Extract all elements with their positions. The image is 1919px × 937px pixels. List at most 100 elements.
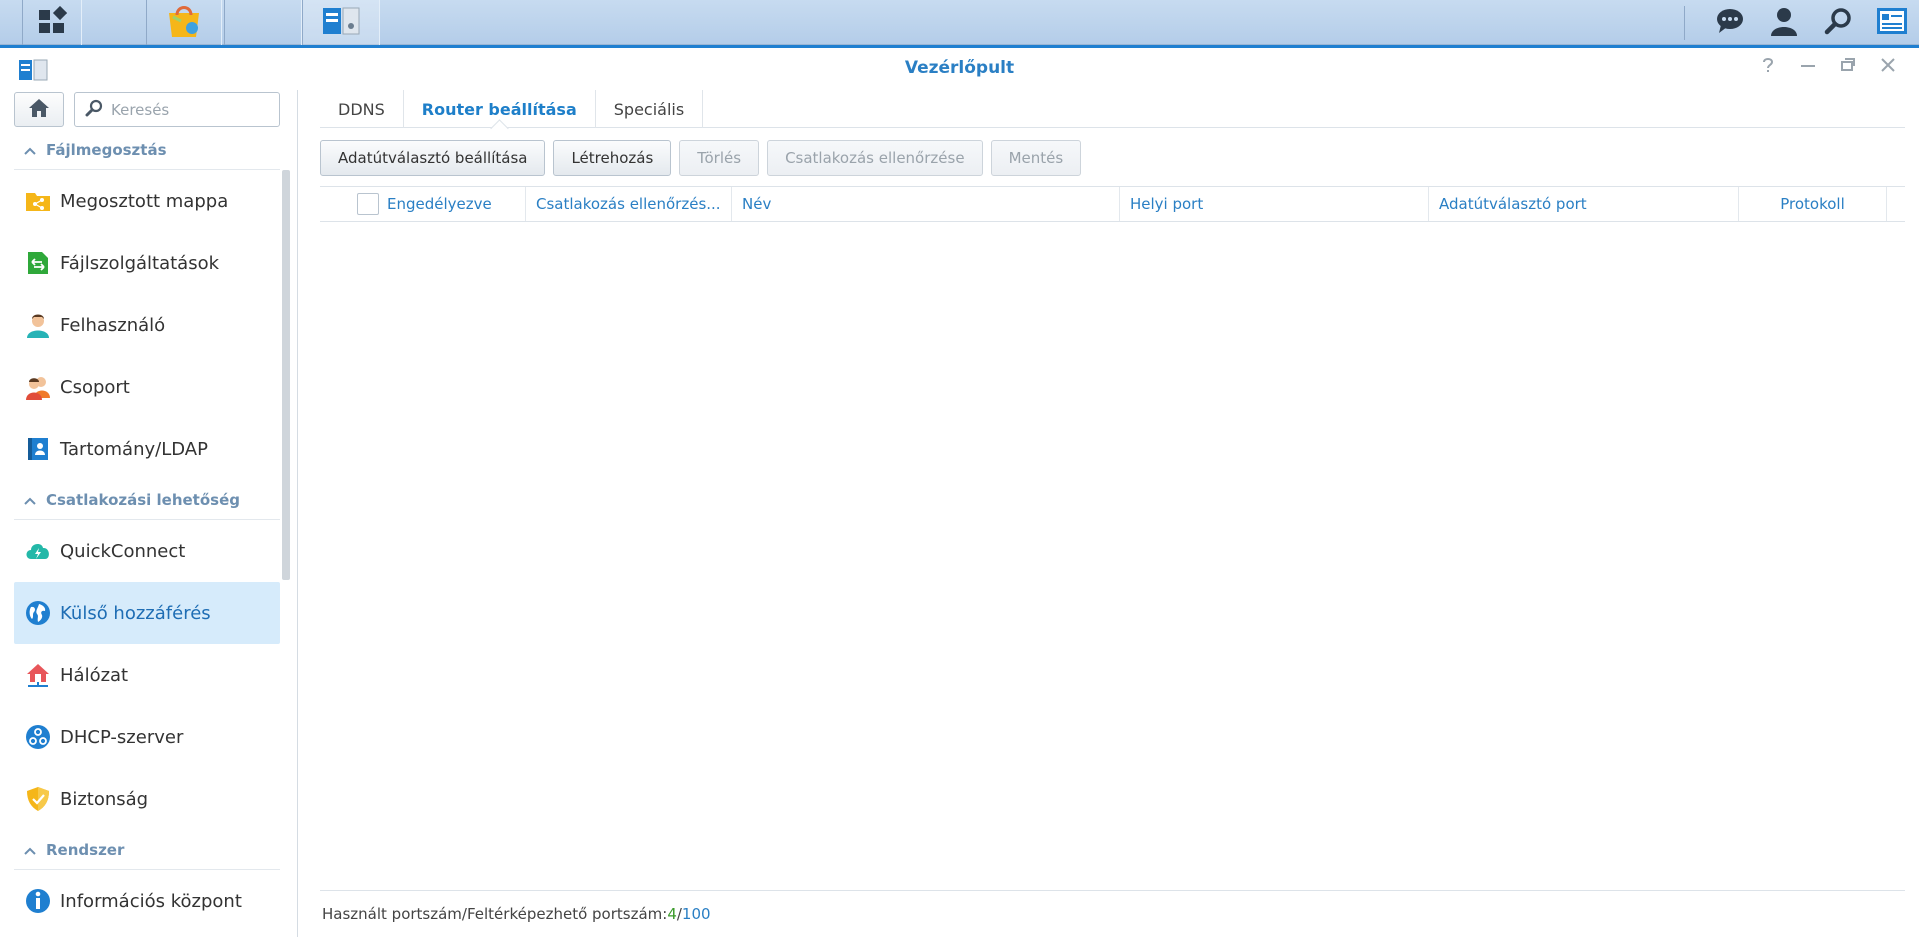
search-input[interactable] xyxy=(111,100,271,119)
info-center-icon xyxy=(24,887,52,915)
column-name[interactable]: Név xyxy=(732,187,1120,221)
close-icon xyxy=(1880,57,1896,77)
section-system[interactable]: Rendszer xyxy=(14,830,280,870)
sidebar-item-label: DHCP-szerver xyxy=(60,726,184,748)
main-menu-button[interactable] xyxy=(22,0,82,45)
sidebar-item-label: Információs központ xyxy=(60,890,242,912)
minimize-button[interactable] xyxy=(1797,56,1819,78)
widgets-icon xyxy=(1876,7,1908,39)
sidebar-search[interactable] xyxy=(74,92,280,127)
used-port-count: 4 xyxy=(667,904,677,923)
group-icon xyxy=(24,373,52,401)
control-panel-taskbar-button[interactable] xyxy=(302,0,380,45)
shared-folder-icon xyxy=(24,187,52,215)
sidebar-item-shared-folder[interactable]: Megosztott mappa xyxy=(14,170,280,232)
sidebar-scrollbar[interactable] xyxy=(282,170,290,580)
help-icon xyxy=(1760,57,1776,77)
user-options-button[interactable] xyxy=(1757,0,1811,45)
create-button[interactable]: Létrehozás xyxy=(553,140,672,176)
column-protocol[interactable]: Protokoll xyxy=(1739,187,1887,221)
search-icon xyxy=(85,99,103,121)
sidebar-item-label: QuickConnect xyxy=(60,540,186,562)
chevron-up-icon xyxy=(24,841,36,859)
main-panel: DDNS Router beállítása Speciális Adatútv… xyxy=(320,90,1905,937)
column-connection-test[interactable]: Csatlakozás ellenőrzés... xyxy=(526,187,732,221)
sidebar-item-user[interactable]: Felhasználó xyxy=(14,294,280,356)
home-button[interactable] xyxy=(14,92,64,127)
main-menu-icon xyxy=(37,5,68,40)
window-controls xyxy=(1757,56,1899,78)
router-setup-button[interactable]: Adatútválasztó beállítása xyxy=(320,140,546,176)
taskbar-empty-slot[interactable] xyxy=(224,0,302,45)
sidebar-item-label: Megosztott mappa xyxy=(60,190,229,212)
section-label: Csatlakozási lehetőség xyxy=(46,490,240,509)
section-file-sharing[interactable]: Fájlmegosztás xyxy=(14,130,280,170)
sidebar-item-label: Fájlszolgáltatások xyxy=(60,252,220,274)
toolbar: Adatútválasztó beállítása Létrehozás Tör… xyxy=(320,140,1082,176)
sidebar-item-label: Csoport xyxy=(60,376,130,398)
sidebar-item-label: Hálózat xyxy=(60,664,129,686)
chevron-up-icon xyxy=(24,141,36,159)
sidebar-item-label: Külső hozzáférés xyxy=(60,602,211,624)
quickconnect-icon xyxy=(24,537,52,565)
file-services-icon xyxy=(24,249,52,277)
column-label: Engedélyezve xyxy=(387,195,492,213)
sidebar-item-file-services[interactable]: Fájlszolgáltatások xyxy=(14,232,280,294)
sidebar-item-label: Tartomány/LDAP xyxy=(60,438,208,460)
domain-ldap-icon xyxy=(24,435,52,463)
sidebar-item-label: Felhasználó xyxy=(60,314,166,336)
sidebar-item-info-center[interactable]: Információs központ xyxy=(14,870,280,932)
column-router-port[interactable]: Adatútválasztó port xyxy=(1429,187,1739,221)
section-label: Rendszer xyxy=(46,840,125,859)
restore-button[interactable] xyxy=(1837,56,1859,78)
home-icon xyxy=(28,98,50,122)
sidebar-item-domain-ldap[interactable]: Tartomány/LDAP xyxy=(14,418,280,480)
sidebar: Fájlmegosztás Megosztott mappa Fájlszolg… xyxy=(0,90,298,937)
sidebar-item-group[interactable]: Csoport xyxy=(14,356,280,418)
network-icon xyxy=(24,661,52,689)
taskbar-right-tray xyxy=(1684,0,1919,45)
section-label: Fájlmegosztás xyxy=(46,140,167,159)
search-button[interactable] xyxy=(1811,0,1865,45)
tab-advanced[interactable]: Speciális xyxy=(596,90,704,128)
package-center-taskbar-button[interactable] xyxy=(146,0,222,45)
widgets-button[interactable] xyxy=(1865,0,1919,45)
chat-bubble-icon xyxy=(1715,7,1745,39)
tab-bar: DDNS Router beállítása Speciális xyxy=(320,90,1905,128)
sidebar-item-external-access[interactable]: Külső hozzáférés xyxy=(14,582,280,644)
help-button[interactable] xyxy=(1757,56,1779,78)
test-connection-button[interactable]: Csatlakozás ellenőrzése xyxy=(767,140,983,176)
user-silhouette-icon xyxy=(1770,6,1798,40)
section-connectivity[interactable]: Csatlakozási lehetőség xyxy=(14,480,280,520)
magnifier-icon xyxy=(1824,7,1852,39)
sidebar-item-dhcp-server[interactable]: DHCP-szerver xyxy=(14,706,280,768)
taskbar-separator xyxy=(1684,5,1685,40)
port-forwarding-table-header: Engedélyezve Csatlakozás ellenőrzés... N… xyxy=(320,186,1905,222)
port-usage-footer: Használt portszám/Feltérképezhető portsz… xyxy=(320,890,1905,936)
tab-ddns[interactable]: DDNS xyxy=(320,90,404,128)
sidebar-item-label: Biztonság xyxy=(60,788,149,810)
minimize-icon xyxy=(1800,57,1816,77)
control-panel-window: Vezérlőpult Keresés Fájlmegosztás Megosz… xyxy=(0,45,1919,937)
column-local-port[interactable]: Helyi port xyxy=(1120,187,1429,221)
sidebar-item-quickconnect[interactable]: QuickConnect xyxy=(14,520,280,582)
notifications-button[interactable] xyxy=(1703,0,1757,45)
tab-router-setup[interactable]: Router beállítása xyxy=(404,90,596,128)
select-all-checkbox[interactable] xyxy=(357,193,379,215)
delete-button[interactable]: Törlés xyxy=(679,140,760,176)
window-titlebar[interactable]: Vezérlőpult xyxy=(0,48,1919,90)
window-title: Vezérlőpult xyxy=(904,58,1015,78)
port-usage-label: Használt portszám/Feltérképezhető portsz… xyxy=(322,904,668,923)
close-button[interactable] xyxy=(1877,56,1899,78)
sidebar-item-security[interactable]: Biztonság xyxy=(14,768,280,830)
save-button[interactable]: Mentés xyxy=(990,140,1082,176)
sidebar-nav: Fájlmegosztás Megosztott mappa Fájlszolg… xyxy=(14,130,280,932)
port-forwarding-table-body xyxy=(320,222,1905,902)
column-enabled[interactable]: Engedélyezve xyxy=(320,187,526,221)
taskbar xyxy=(0,0,1919,45)
max-port-count: 100 xyxy=(681,904,711,923)
external-access-icon xyxy=(24,599,52,627)
shield-icon xyxy=(24,785,52,813)
sidebar-item-network[interactable]: Hálózat xyxy=(14,644,280,706)
restore-icon xyxy=(1840,57,1856,77)
